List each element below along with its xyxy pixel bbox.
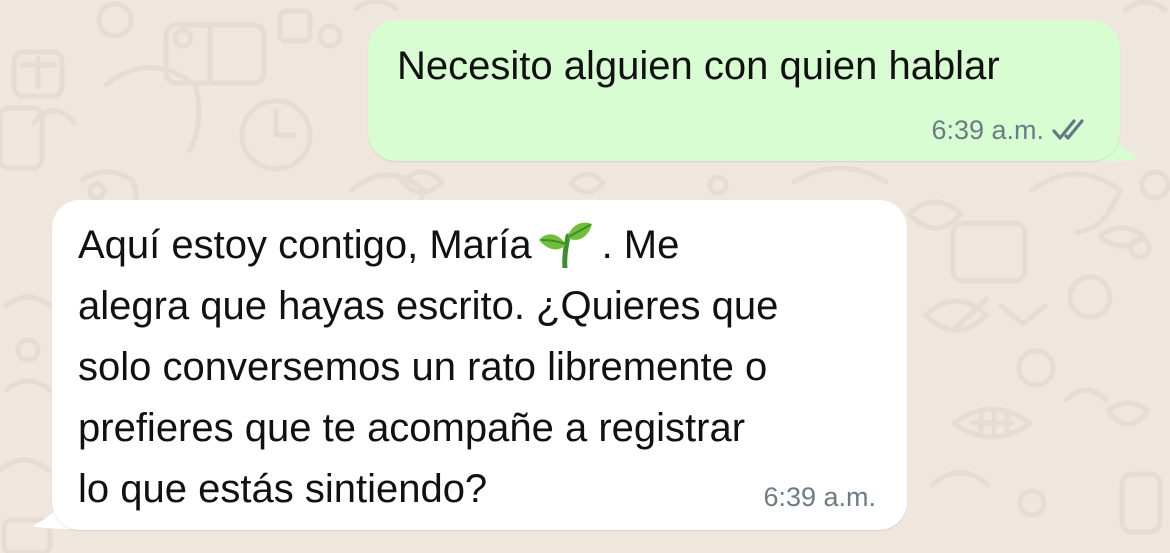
outgoing-message-meta: 6:39 a.m. [931, 115, 1090, 145]
incoming-message-text-part1: Aquí estoy contigo, María [78, 223, 532, 267]
outgoing-message-text: Necesito alguien con quien hablar [397, 44, 1000, 88]
outgoing-message-bubble[interactable]: Necesito alguien con quien hablar 6:39 a… [368, 20, 1120, 161]
incoming-message-text: Aquí estoy contigo, María . Me alegra qu… [78, 215, 878, 520]
incoming-message-time: 6:39 a.m. [763, 482, 876, 512]
seedling-icon [538, 222, 592, 268]
incoming-message-bubble[interactable]: Aquí estoy contigo, María . Me alegra qu… [52, 200, 907, 530]
outgoing-message-time: 6:39 a.m. [931, 115, 1044, 145]
incoming-message-meta: 6:39 a.m. [763, 482, 876, 512]
double-check-icon [1052, 119, 1084, 140]
